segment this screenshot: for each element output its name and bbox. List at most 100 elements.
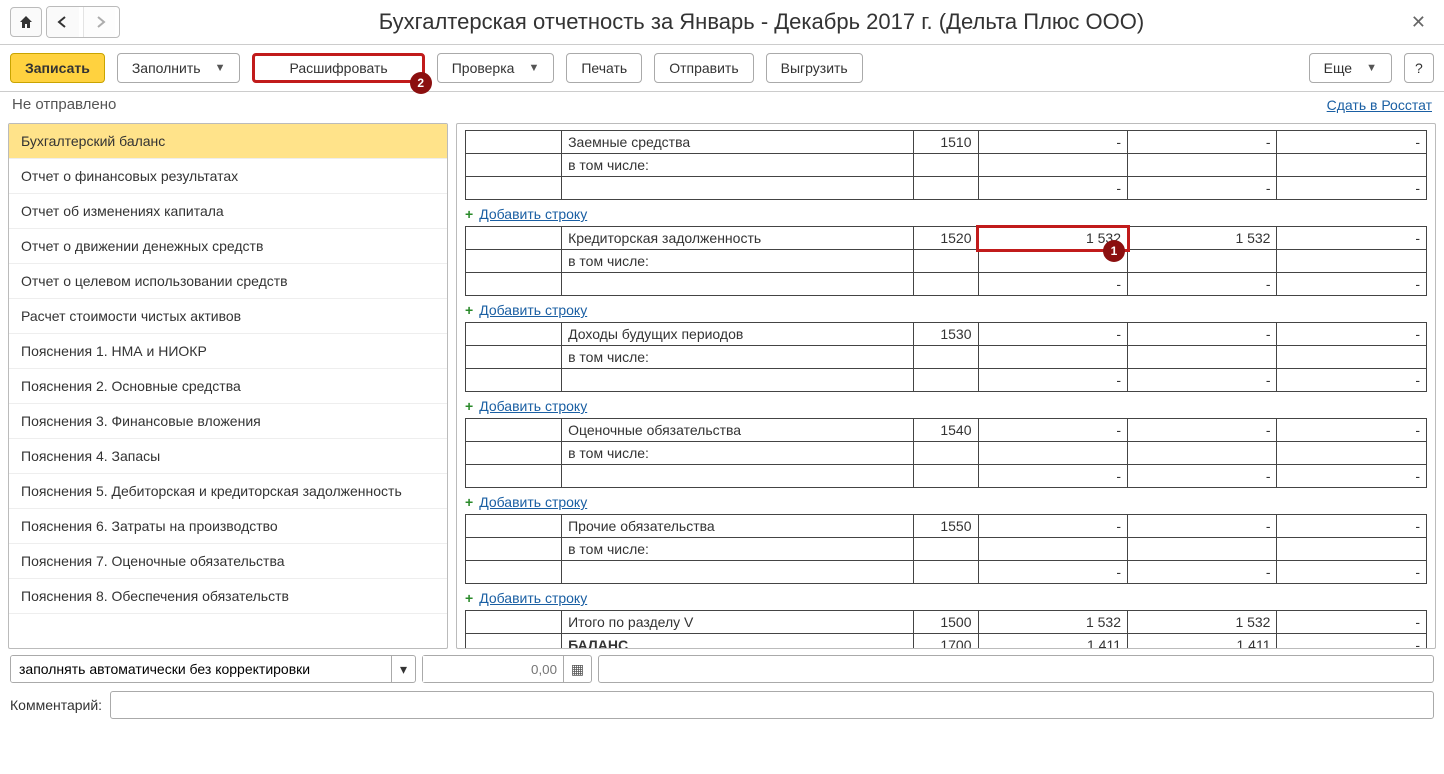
row-name: Доходы будущих периодов: [562, 323, 914, 346]
export-button[interactable]: Выгрузить: [766, 53, 863, 83]
amount-input[interactable]: ▦: [422, 655, 592, 683]
table-row[interactable]: ---: [466, 177, 1427, 200]
forward-button[interactable]: [83, 7, 115, 37]
cell-value: 1 532: [978, 611, 1127, 634]
cell-value[interactable]: -: [1128, 323, 1277, 346]
report-sections-list[interactable]: Бухгалтерский баланс Отчет о финансовых …: [8, 123, 448, 649]
table-row[interactable]: ---: [466, 465, 1427, 488]
add-row-link[interactable]: Добавить строку: [479, 398, 587, 414]
cell-value[interactable]: -: [1128, 515, 1277, 538]
cell-value[interactable]: -: [978, 515, 1127, 538]
window-title: Бухгалтерская отчетность за Январь - Дек…: [120, 9, 1403, 35]
add-row-link[interactable]: Добавить строку: [479, 302, 587, 318]
sidebar-item[interactable]: Пояснения 5. Дебиторская и кредиторская …: [9, 474, 447, 509]
report-grid[interactable]: Заемные средства 1510 - - - в том числе:…: [456, 123, 1436, 649]
sidebar-item[interactable]: Пояснения 4. Запасы: [9, 439, 447, 474]
sidebar-item[interactable]: Отчет о целевом использовании средств: [9, 264, 447, 299]
table-row[interactable]: Кредиторская задолженность 1520 1 532 1 …: [466, 227, 1427, 250]
sidebar-item[interactable]: Пояснения 1. НМА и НИОКР: [9, 334, 447, 369]
table-row-total[interactable]: БАЛАНС 1700 1 411 1 411 -: [466, 634, 1427, 650]
cell-value[interactable]: -: [1277, 131, 1427, 154]
help-button[interactable]: ?: [1404, 53, 1434, 83]
cell-value[interactable]: -: [978, 419, 1127, 442]
cell-value[interactable]: -: [978, 131, 1127, 154]
sidebar-item[interactable]: Пояснения 2. Основные средства: [9, 369, 447, 404]
fill-label: Заполнить: [132, 60, 201, 76]
add-row-link[interactable]: Добавить строку: [479, 590, 587, 606]
cell-value[interactable]: -: [1277, 515, 1427, 538]
send-button[interactable]: Отправить: [654, 53, 753, 83]
table-row[interactable]: в том числе:: [466, 154, 1427, 177]
table-row[interactable]: Оценочные обязательства 1540 - - -: [466, 419, 1427, 442]
decode-label: Расшифровать: [289, 60, 387, 76]
row-name: Оценочные обязательства: [562, 419, 914, 442]
close-button[interactable]: ✕: [1403, 12, 1434, 33]
extra-input[interactable]: [598, 655, 1434, 683]
more-button[interactable]: Еще▼: [1309, 53, 1392, 83]
table-row[interactable]: ---: [466, 273, 1427, 296]
including-label: в том числе:: [562, 346, 914, 369]
cell-value: -: [1277, 634, 1427, 650]
cell-value[interactable]: -: [978, 323, 1127, 346]
sidebar-item[interactable]: Расчет стоимости чистых активов: [9, 299, 447, 334]
sidebar-item[interactable]: Пояснения 8. Обеспечения обязательств: [9, 579, 447, 614]
sidebar-item[interactable]: Отчет об изменениях капитала: [9, 194, 447, 229]
back-button[interactable]: [47, 7, 79, 37]
sidebar-item[interactable]: Пояснения 6. Затраты на производство: [9, 509, 447, 544]
plus-icon: +: [465, 590, 473, 606]
fill-mode-select[interactable]: ▾: [10, 655, 416, 683]
cell-value[interactable]: -: [1277, 227, 1427, 250]
chevron-down-icon: ▼: [528, 62, 539, 74]
including-label: в том числе:: [562, 250, 914, 273]
table-row[interactable]: в том числе:: [466, 346, 1427, 369]
calculator-icon[interactable]: ▦: [563, 656, 591, 682]
comment-input[interactable]: [110, 691, 1434, 719]
chevron-down-icon[interactable]: ▾: [391, 656, 415, 682]
cell-value[interactable]: -: [1128, 419, 1277, 442]
table-row[interactable]: Прочие обязательства 1550 - - -: [466, 515, 1427, 538]
cell-value: -: [1277, 611, 1427, 634]
home-button[interactable]: [10, 7, 42, 37]
row-name: Итого по разделу V: [562, 611, 914, 634]
table-row[interactable]: ---: [466, 369, 1427, 392]
send-status: Не отправлено: [12, 96, 116, 113]
cell-value: 1 411: [978, 634, 1127, 650]
hint-marker-1: 1: [1103, 240, 1125, 262]
check-button[interactable]: Проверка▼: [437, 53, 555, 83]
fill-mode-value: [11, 656, 391, 682]
cell-value[interactable]: -: [1277, 323, 1427, 346]
rosstat-link[interactable]: Сдать в Росстат: [1327, 97, 1432, 113]
save-button[interactable]: Записать: [10, 53, 105, 83]
row-code: 1550: [914, 515, 978, 538]
row-code: 1520: [914, 227, 978, 250]
including-label: в том числе:: [562, 442, 914, 465]
cell-value[interactable]: 1 532: [1128, 227, 1277, 250]
table-row[interactable]: в том числе:: [466, 442, 1427, 465]
decode-button[interactable]: Расшифровать 2: [252, 53, 424, 83]
more-label: Еще: [1324, 60, 1353, 76]
table-row[interactable]: ---: [466, 561, 1427, 584]
table-row[interactable]: в том числе:: [466, 538, 1427, 561]
sidebar-item[interactable]: Пояснения 3. Финансовые вложения: [9, 404, 447, 439]
row-code: 1700: [914, 634, 978, 650]
sidebar-item[interactable]: Отчет о движении денежных средств: [9, 229, 447, 264]
print-button[interactable]: Печать: [566, 53, 642, 83]
sidebar-item[interactable]: Бухгалтерский баланс: [9, 124, 447, 159]
table-row[interactable]: в том числе:: [466, 250, 1427, 273]
plus-icon: +: [465, 494, 473, 510]
add-row-link[interactable]: Добавить строку: [479, 206, 587, 222]
comment-label: Комментарий:: [10, 697, 102, 713]
cell-value[interactable]: -: [1277, 419, 1427, 442]
table-row-total[interactable]: Итого по разделу V 1500 1 532 1 532 -: [466, 611, 1427, 634]
sidebar-item[interactable]: Пояснения 7. Оценочные обязательства: [9, 544, 447, 579]
amount-field[interactable]: [423, 656, 563, 682]
table-row[interactable]: Доходы будущих периодов 1530 - - -: [466, 323, 1427, 346]
hint-marker-2: 2: [410, 72, 432, 94]
cell-value[interactable]: -: [1128, 131, 1277, 154]
add-row-link[interactable]: Добавить строку: [479, 494, 587, 510]
table-row[interactable]: Заемные средства 1510 - - -: [466, 131, 1427, 154]
cell-value: 1 411: [1128, 634, 1277, 650]
row-name: БАЛАНС: [562, 634, 914, 650]
sidebar-item[interactable]: Отчет о финансовых результатах: [9, 159, 447, 194]
fill-button[interactable]: Заполнить▼: [117, 53, 241, 83]
